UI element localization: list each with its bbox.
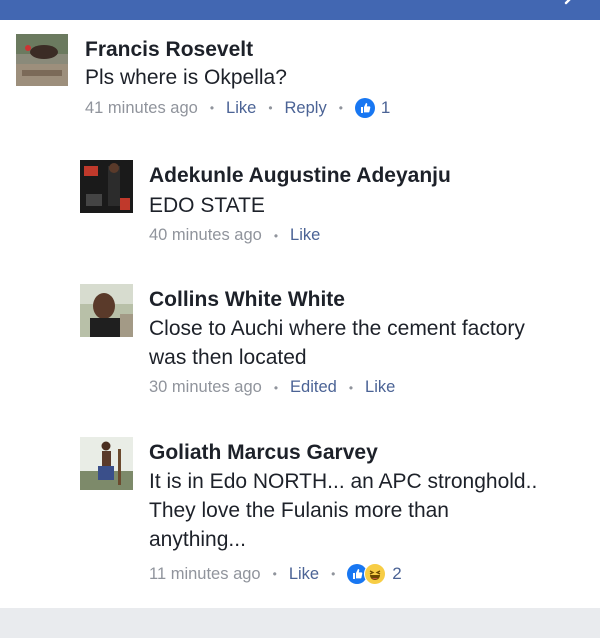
reaction-count: 2 (392, 564, 402, 583)
comment-meta: 11 minutes ago • Like • 2 (149, 563, 402, 585)
comment-text: EDO STATE (149, 194, 265, 217)
haha-icon (364, 563, 387, 585)
like-button[interactable]: Like (226, 99, 256, 118)
avatar[interactable] (80, 284, 133, 337)
separator: • (348, 380, 354, 395)
like-button[interactable]: Like (290, 226, 320, 245)
comment-goliath: Goliath Marcus Garvey It is in Edo NORTH… (80, 437, 590, 597)
comment-timestamp: 41 minutes ago (85, 98, 198, 117)
separator: • (331, 567, 336, 581)
comment-francis: Francis Rosevelt Pls where is Okpella? 4… (16, 34, 586, 124)
comment-text: It is in Edo NORTH... an APC stronghold.… (149, 470, 538, 551)
separator: • (338, 101, 343, 115)
avatar[interactable] (80, 437, 133, 490)
comment-adekunle: Adekunle Augustine Adeyanju EDO STATE 40… (80, 160, 590, 250)
comment-timestamp: 40 minutes ago (149, 226, 262, 244)
separator: • (273, 380, 279, 395)
separator: • (209, 101, 215, 115)
separator: • (273, 228, 279, 243)
commenter-name[interactable]: Goliath Marcus Garvey (149, 441, 378, 465)
reaction-summary[interactable]: 1 (354, 98, 391, 118)
top-navigation-bar (0, 0, 600, 20)
reaction-count: 1 (380, 98, 391, 117)
search-icon[interactable] (564, 0, 578, 5)
comment-text: Close to Auchi where the cement factory … (149, 317, 525, 369)
comment-meta: 40 minutes ago • Like (149, 226, 320, 245)
like-button[interactable]: Like (289, 565, 319, 584)
commenter-name[interactable]: Collins White White (149, 288, 345, 312)
reaction-summary[interactable]: 2 (347, 563, 402, 585)
comment-text: Pls where is Okpella? (85, 66, 287, 89)
comment-meta: 30 minutes ago • Edited • Like (149, 378, 395, 397)
bottom-bar (0, 608, 600, 638)
comment-timestamp: 11 minutes ago (149, 564, 261, 583)
separator: • (272, 567, 277, 581)
commenter-name[interactable]: Francis Rosevelt (85, 38, 253, 62)
like-icon (354, 98, 375, 118)
comment-meta: 41 minutes ago • Like • Reply • 1 (85, 98, 390, 118)
like-button[interactable]: Like (365, 378, 395, 397)
commenter-name[interactable]: Adekunle Augustine Adeyanju (149, 164, 451, 188)
comment-collins: Collins White White Close to Auchi where… (80, 284, 590, 404)
comment-timestamp: 30 minutes ago (149, 378, 262, 396)
edited-label[interactable]: Edited (290, 378, 337, 397)
avatar[interactable] (16, 34, 68, 86)
reply-button[interactable]: Reply (285, 99, 327, 118)
avatar[interactable] (80, 160, 133, 213)
separator: • (268, 101, 273, 115)
